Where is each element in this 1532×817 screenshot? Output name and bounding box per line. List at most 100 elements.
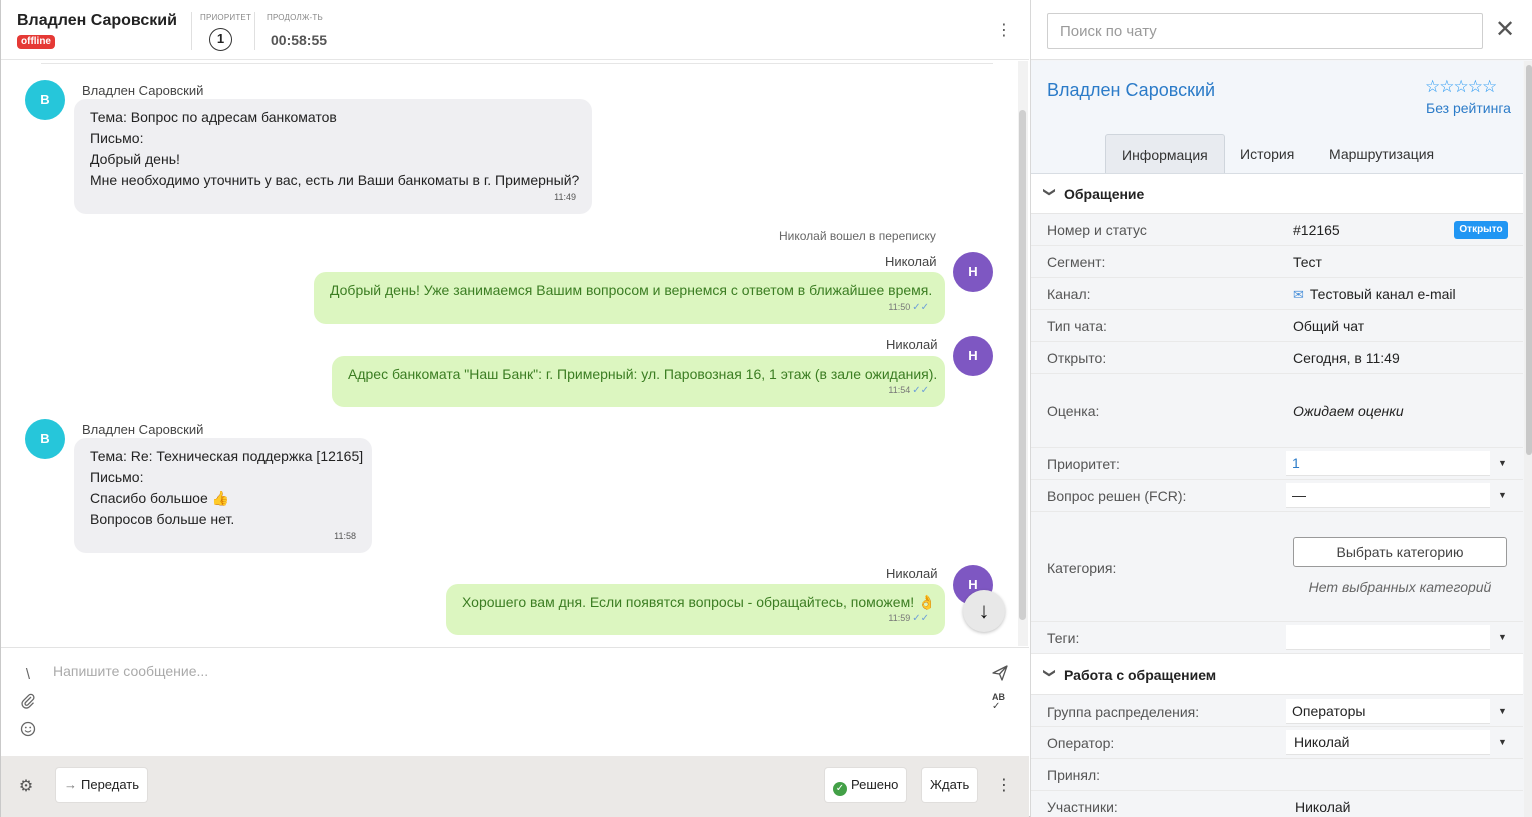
chat-search-input[interactable] xyxy=(1047,13,1483,49)
arrow-down-icon: ↓ xyxy=(978,598,990,623)
contact-profile: Владлен Саровский ☆☆☆☆☆ Без рейтинга Инф… xyxy=(1031,61,1523,173)
message-sender: Николай xyxy=(885,254,937,269)
contact-name[interactable]: Владлен Саровский xyxy=(1047,80,1215,101)
transfer-button[interactable]: → Передать xyxy=(56,768,148,802)
field-value: Сегодня, в 11:49 xyxy=(1293,350,1400,366)
message-time: 11:58 xyxy=(334,531,356,541)
chat-footer: ⚙ → Передать ✓ Решено Ждать ⋮ xyxy=(1,756,1029,817)
field-label: Сегмент: xyxy=(1047,254,1106,270)
message-bubble: Хорошего вам дня. Если появятся вопросы … xyxy=(446,584,945,635)
send-icon[interactable] xyxy=(991,664,1013,684)
field-label: Принял: xyxy=(1047,767,1101,783)
tab-info[interactable]: Информация xyxy=(1105,134,1225,173)
chevron-down-icon: ❯ xyxy=(1043,186,1058,198)
sidebar-header: ✕ xyxy=(1031,0,1532,60)
emoji-icon[interactable] xyxy=(19,721,37,739)
section-request[interactable]: ❯ Обращение xyxy=(1031,174,1523,214)
tab-history[interactable]: История xyxy=(1224,134,1310,173)
field-participants: Участники: Николай xyxy=(1031,791,1523,817)
field-category: Категория: Выбрать категорию Нет выбранн… xyxy=(1031,512,1523,622)
message-bubble: Адрес банкомата "Наш Банк": г. Примерный… xyxy=(332,356,945,407)
ticket-number: #12165 xyxy=(1293,222,1340,238)
chevron-down-icon[interactable]: ▼ xyxy=(1498,737,1507,747)
kebab-menu-icon[interactable]: ⋮ xyxy=(996,22,1012,40)
field-value: Ожидаем оценки xyxy=(1293,403,1404,419)
field-tags: Теги: ▼ xyxy=(1031,622,1523,654)
fcr-select[interactable]: — xyxy=(1286,483,1490,508)
attach-icon[interactable] xyxy=(19,693,37,711)
paperclip-icon xyxy=(21,693,35,709)
field-accepted: Принял: xyxy=(1031,759,1523,791)
chevron-down-icon[interactable]: ▼ xyxy=(1498,632,1507,642)
field-label: Оценка: xyxy=(1047,403,1100,419)
spellcheck-icon[interactable]: AB ✓ xyxy=(992,693,1005,712)
message-time: 11:59 ✓✓ xyxy=(888,613,929,624)
chevron-down-icon[interactable]: ▼ xyxy=(1498,706,1507,716)
field-channel: Канал: ✉ Тестовый канал e-mail xyxy=(1031,278,1523,310)
avatar: Н xyxy=(953,252,993,292)
info-panel: ❯ Обращение Номер и статус #12165 Открыт… xyxy=(1031,173,1523,817)
field-number-status: Номер и статус #12165 Открыто xyxy=(1031,214,1523,246)
message-time: 11:49 xyxy=(554,192,576,202)
field-value: Николай xyxy=(1295,799,1351,815)
check-circle-icon: ✓ xyxy=(833,782,847,796)
kebab-menu-icon[interactable]: ⋮ xyxy=(996,776,1012,796)
chat-workspace: Владлен Саровский offline ПРИОРИТЕТ 1 ПР… xyxy=(0,0,1532,817)
message-list[interactable]: В Владлен Саровский Тема: Вопрос по адре… xyxy=(1,61,1017,646)
message-text: Тема: Re: Техническая поддержка [12165] xyxy=(90,448,364,464)
avatar: Н xyxy=(953,336,993,376)
section-title: Обращение xyxy=(1064,186,1145,202)
section-title: Работа с обращением xyxy=(1064,667,1217,683)
field-priority: Приоритет: 1 ▼ xyxy=(1031,448,1523,480)
message-text: Добрый день! xyxy=(90,151,180,167)
tab-routing[interactable]: Маршрутизация xyxy=(1313,134,1450,173)
message-text: Хорошего вам дня. Если появятся вопросы … xyxy=(462,594,936,610)
chevron-down-icon[interactable]: ▼ xyxy=(1498,490,1507,500)
resolved-button[interactable]: ✓ Решено xyxy=(825,768,907,802)
message-bubble: Добрый день! Уже занимаемся Вашим вопрос… xyxy=(314,272,945,324)
details-sidebar: ✕ Владлен Саровский ☆☆☆☆☆ Без рейтинга И… xyxy=(1030,0,1532,817)
field-label: Теги: xyxy=(1047,630,1080,646)
message-text: Письмо: xyxy=(90,130,144,146)
message-text: Добрый день! Уже занимаемся Вашим вопрос… xyxy=(330,282,933,298)
message-scrollbar-thumb[interactable] xyxy=(1019,110,1026,620)
sidebar-scrollbar-thumb[interactable] xyxy=(1526,65,1532,455)
chevron-down-icon[interactable]: ▼ xyxy=(1498,458,1507,468)
message-sender: Николай xyxy=(886,566,938,581)
avatar: В xyxy=(25,419,65,459)
divider xyxy=(41,63,993,64)
shortcut-icon[interactable]: \ xyxy=(19,666,37,684)
operator-select[interactable]: Николай xyxy=(1286,730,1490,755)
message-input[interactable] xyxy=(53,660,953,682)
duration-label: ПРОДОЛЖ-ТЬ xyxy=(267,13,323,22)
tags-select[interactable] xyxy=(1286,625,1490,650)
chat-pane: Владлен Саровский offline ПРИОРИТЕТ 1 ПР… xyxy=(1,0,1029,817)
rating-text: Без рейтинга xyxy=(1426,100,1511,116)
wait-button[interactable]: Ждать xyxy=(922,768,978,802)
chat-header: Владлен Саровский offline ПРИОРИТЕТ 1 ПР… xyxy=(1,0,1029,60)
arrow-right-icon: → xyxy=(64,777,77,792)
duration-timer: 00:58:55 xyxy=(271,32,328,48)
message-text: Письмо: xyxy=(90,469,144,485)
choose-category-button[interactable]: Выбрать категорию xyxy=(1293,537,1507,567)
message-sender: Николай xyxy=(886,337,938,352)
field-label: Оператор: xyxy=(1047,735,1115,751)
field-rating: Оценка: Ожидаем оценки xyxy=(1031,374,1523,448)
field-label: Канал: xyxy=(1047,286,1091,302)
field-label: Открыто: xyxy=(1047,350,1107,366)
divider xyxy=(254,12,255,50)
customer-name[interactable]: Владлен Саровский xyxy=(17,12,177,30)
gear-icon[interactable]: ⚙ xyxy=(16,777,36,797)
message-bubble: Тема: Вопрос по адресам банкоматов Письм… xyxy=(74,99,592,214)
priority-select[interactable]: 1 xyxy=(1286,451,1490,476)
status-badge: Открыто xyxy=(1454,221,1508,239)
field-label: Номер и статус xyxy=(1047,222,1147,238)
message-time: 11:54 ✓✓ xyxy=(888,385,929,396)
field-group: Группа распределения: Операторы ▼ xyxy=(1031,695,1523,727)
close-icon[interactable]: ✕ xyxy=(1493,18,1517,42)
group-select[interactable]: Операторы xyxy=(1286,699,1490,724)
scroll-down-button[interactable]: ↓ xyxy=(963,590,1005,632)
system-message: Николай вошел в переписку xyxy=(779,229,936,243)
section-work[interactable]: ❯ Работа с обращением xyxy=(1031,655,1523,695)
read-ticks-icon: ✓✓ xyxy=(912,613,929,624)
